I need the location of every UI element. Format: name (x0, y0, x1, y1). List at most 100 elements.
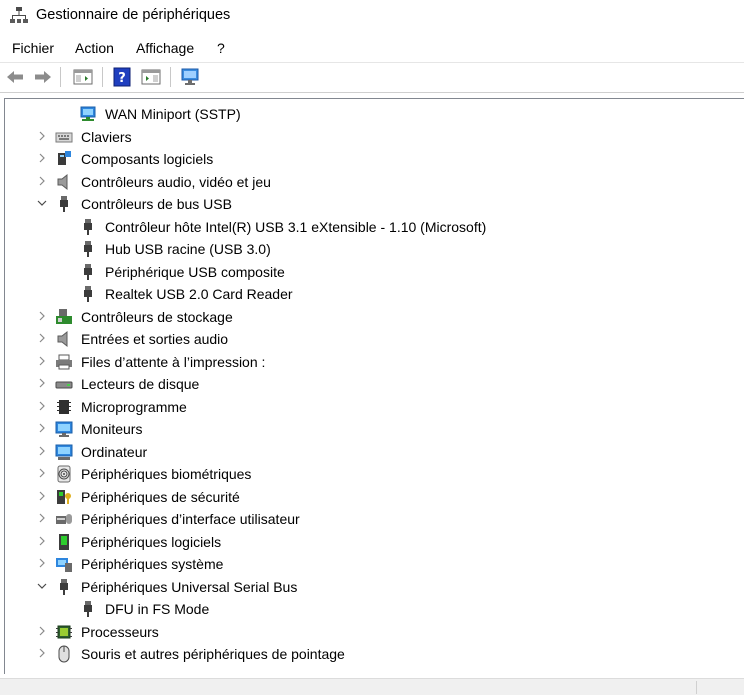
tree-device-item[interactable]: Contrôleur hôte Intel(R) USB 3.1 eXtensi… (5, 216, 744, 238)
chevron-right-icon[interactable] (35, 511, 49, 525)
tree-item-label: Contrôleurs audio, vidéo et jeu (81, 173, 271, 190)
tree-item-label: Périphérique USB composite (105, 263, 285, 280)
tree-item-label: Hub USB racine (USB 3.0) (105, 241, 271, 257)
tree-item-label: Composants logiciels (81, 151, 214, 167)
tree-category[interactable]: Files d’attente à l’impression : (5, 351, 744, 373)
tree-item-label: Realtek USB 2.0 Card Reader (105, 286, 293, 302)
chevron-right-icon[interactable] (35, 331, 49, 345)
chevron-right-icon[interactable] (35, 399, 49, 413)
toolbar-separator (102, 67, 103, 87)
software-device-icon (59, 533, 69, 550)
device-manager-icon (10, 7, 28, 23)
show-hide-console-tree-icon[interactable] (72, 66, 94, 88)
tree-item-label: Périphériques Universal Serial Bus (81, 578, 298, 595)
tree-category[interactable]: Entrées et sorties audio (5, 328, 744, 350)
tree-category[interactable]: Processeurs (5, 621, 744, 643)
system-device-icon (56, 558, 72, 572)
tree-category[interactable]: Contrôleurs audio, vidéo et jeu (5, 171, 744, 193)
menu-action[interactable]: Action (75, 40, 114, 56)
tree-item-label: Contrôleurs de bus USB (81, 196, 232, 212)
tree-category[interactable]: Claviers (5, 126, 744, 148)
tree-item-label: Souris et autres périphériques de pointa… (81, 646, 345, 662)
device-tree[interactable]: WAN Miniport (SSTP) Claviers Composants lo… (4, 98, 744, 674)
tree-category[interactable]: Périphériques Universal Serial Bus (5, 576, 744, 598)
tree-category[interactable]: Moniteurs (5, 418, 744, 440)
tree-category[interactable]: Ordinateur (5, 441, 744, 463)
back-arrow-icon[interactable] (4, 66, 26, 88)
tree-item-label: Moniteurs (81, 421, 143, 437)
chevron-down-icon[interactable] (35, 579, 49, 593)
keyboard-icon (55, 132, 73, 142)
usb-plug-icon (60, 578, 68, 595)
chevron-right-icon[interactable] (35, 151, 49, 165)
chevron-right-icon[interactable] (35, 556, 49, 570)
tree-category[interactable]: Contrôleurs de stockage (5, 306, 744, 328)
menu-view[interactable]: Affichage (136, 40, 194, 56)
mouse-icon (58, 645, 70, 663)
chevron-right-icon[interactable] (35, 421, 49, 435)
tree-category[interactable]: Périphériques de sécurité (5, 486, 744, 508)
properties-pane-icon[interactable] (140, 66, 162, 88)
network-adapter-icon (80, 106, 96, 121)
menu-bar: Fichier Action Affichage ? (0, 36, 744, 63)
usb-plug-icon (60, 196, 68, 212)
tree-item-label: Entrées et sorties audio (81, 331, 229, 347)
chevron-right-icon[interactable] (35, 309, 49, 323)
menu-help[interactable]: ? (217, 40, 225, 56)
toolbar: ? (0, 63, 744, 93)
menu-file[interactable]: Fichier (12, 40, 54, 56)
tree-item-label: Périphériques de sécurité (81, 488, 240, 505)
chevron-right-icon[interactable] (35, 174, 49, 188)
processor-icon (56, 625, 72, 638)
status-bar-separator (696, 681, 697, 694)
scan-hardware-monitor-icon[interactable] (179, 66, 201, 88)
tree-item-label: Périphériques logiciels (81, 533, 222, 550)
tree-category[interactable]: Périphériques d’interface utilisateur (5, 508, 744, 530)
tree-category[interactable]: Souris et autres périphériques de pointa… (5, 643, 744, 665)
chevron-down-icon[interactable] (35, 196, 49, 210)
tree-item-label: WAN Miniport (SSTP) (105, 106, 241, 122)
chevron-right-icon[interactable] (35, 354, 49, 368)
forward-arrow-icon[interactable] (32, 66, 54, 88)
tree-device-item[interactable]: Hub USB racine (USB 3.0) (5, 238, 744, 260)
tree-device-item[interactable]: Périphérique USB composite (5, 261, 744, 283)
usb-plug-icon (84, 601, 92, 617)
fingerprint-icon (57, 465, 71, 483)
tree-category[interactable]: Contrôleurs de bus USB (5, 193, 744, 215)
tree-item-label: Périphériques d’interface utilisateur (81, 511, 300, 527)
disk-drive-icon (55, 381, 73, 389)
chevron-right-icon[interactable] (35, 466, 49, 480)
firmware-chip-icon (57, 399, 71, 414)
tree-device-item[interactable]: Realtek USB 2.0 Card Reader (5, 283, 744, 305)
tree-device-item[interactable]: WAN Miniport (SSTP) (5, 103, 744, 125)
storage-controller-icon (56, 308, 72, 324)
title-bar: Gestionnaire de périphériques (0, 0, 744, 32)
chevron-right-icon[interactable] (35, 376, 49, 390)
tree-item-label: Périphériques biométriques (81, 466, 252, 482)
status-bar (0, 678, 744, 695)
computer-icon (55, 444, 73, 460)
chevron-right-icon[interactable] (35, 534, 49, 548)
chevron-right-icon[interactable] (35, 129, 49, 143)
tree-device-item[interactable]: DFU in FS Mode (5, 598, 744, 620)
speaker-icon (57, 173, 68, 190)
tree-item-label: Processeurs (81, 623, 159, 640)
tree-category[interactable]: Périphériques biométriques (5, 463, 744, 485)
tree-item-label: DFU in FS Mode (105, 601, 210, 617)
tree-category[interactable]: Microprogramme (5, 396, 744, 418)
chevron-right-icon[interactable] (35, 489, 49, 503)
tree-item-label: Périphériques système (81, 556, 224, 572)
tree-category[interactable]: Périphériques système (5, 553, 744, 575)
tree-category[interactable]: Périphériques logiciels (5, 531, 744, 553)
usb-plug-icon (84, 241, 92, 257)
usb-plug-icon (84, 286, 92, 302)
help-icon[interactable]: ? (111, 66, 133, 88)
toolbar-separator (170, 67, 171, 87)
printer-icon (56, 354, 72, 369)
tree-category[interactable]: Lecteurs de disque (5, 373, 744, 395)
tree-item-label: Contrôleur hôte Intel(R) USB 3.1 eXtensi… (105, 218, 487, 235)
chevron-right-icon[interactable] (35, 646, 49, 660)
chevron-right-icon[interactable] (35, 624, 49, 638)
chevron-right-icon[interactable] (35, 444, 49, 458)
tree-category[interactable]: Composants logiciels (5, 148, 744, 170)
